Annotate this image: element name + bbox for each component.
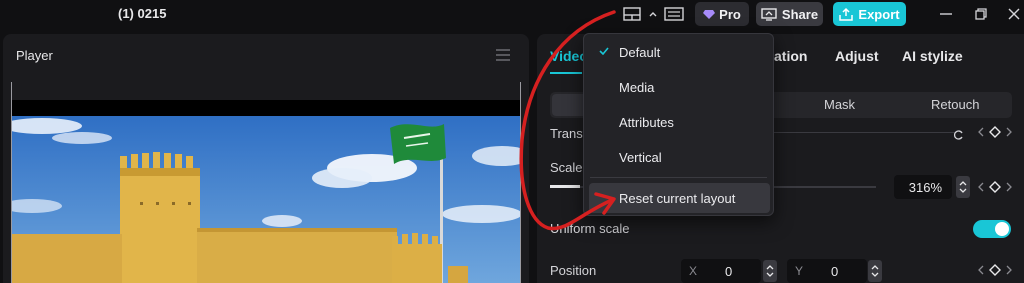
x-axis-label: X — [689, 264, 698, 278]
minimize-icon — [940, 13, 952, 15]
tab-animation[interactable]: ation — [774, 48, 807, 64]
uniform-scale-toggle[interactable] — [973, 220, 1011, 238]
reset-icon — [953, 130, 963, 140]
active-tab-indicator — [550, 72, 582, 74]
stepper-icon — [959, 181, 967, 193]
position-label: Position — [550, 263, 597, 278]
share-button[interactable]: Share — [756, 2, 823, 26]
subtab-mask[interactable]: Mask — [824, 97, 855, 112]
minimize-button[interactable] — [932, 3, 960, 25]
menu-item-reset-layout[interactable]: Reset current layout — [589, 183, 770, 213]
keyframe-nav-icon — [978, 181, 1012, 193]
chevron-up-icon — [649, 12, 657, 17]
layout-menu-caret[interactable] — [646, 2, 660, 26]
menu-item-attributes[interactable]: Attributes — [584, 107, 773, 137]
restore-icon — [975, 8, 987, 20]
scale-keyframe-nav[interactable] — [977, 181, 1013, 193]
menu-item-label: Media — [619, 80, 655, 95]
pro-button[interactable]: Pro — [695, 2, 749, 26]
scale-input[interactable]: 316% — [894, 175, 952, 199]
position-y-stepper[interactable] — [868, 260, 882, 282]
player-panel: Player — [3, 34, 529, 283]
menu-item-media[interactable]: Media — [584, 72, 773, 102]
export-button[interactable]: Export — [833, 2, 906, 26]
video-frame-image — [12, 116, 520, 283]
x-value: 0 — [725, 264, 733, 279]
hamburger-icon — [496, 49, 510, 61]
close-button[interactable] — [1000, 3, 1024, 25]
menu-item-vertical[interactable]: Vertical — [584, 142, 773, 172]
close-icon — [1008, 8, 1020, 20]
menu-item-label: Reset current layout — [619, 191, 736, 206]
project-title: (1) 0215 — [118, 6, 167, 21]
upload-icon — [839, 7, 854, 21]
layout-button[interactable] — [620, 2, 644, 26]
export-label: Export — [858, 6, 900, 22]
menu-item-label: Attributes — [619, 115, 674, 130]
checkmark-icon — [599, 47, 609, 55]
position-x-input[interactable]: X 0 — [681, 259, 761, 283]
menu-item-label: Vertical — [619, 150, 662, 165]
stepper-icon — [766, 265, 774, 277]
title-bar: (1) 0215 Pro Share Export — [0, 0, 1024, 30]
video-preview[interactable] — [12, 100, 520, 283]
layout-dropdown-menu: Default Media Attributes Vertical Reset … — [583, 33, 774, 216]
tab-adjust[interactable]: Adjust — [835, 48, 879, 64]
diamond-icon — [703, 10, 716, 19]
stepper-icon — [871, 265, 879, 277]
y-axis-label: Y — [795, 264, 804, 278]
player-title: Player — [16, 48, 53, 63]
transform-keyframe-nav[interactable] — [977, 126, 1013, 138]
menu-item-default[interactable]: Default — [584, 37, 773, 67]
share-icon — [761, 7, 777, 21]
menu-divider — [590, 177, 767, 178]
frame-guide-right — [520, 82, 521, 283]
keyframe-nav-icon — [978, 126, 1012, 138]
restore-button[interactable] — [967, 3, 995, 25]
share-label: Share — [781, 6, 819, 22]
position-y-input[interactable]: Y 0 — [787, 259, 867, 283]
panel-toggle-button[interactable] — [662, 2, 686, 26]
uniform-scale-label: Uniform scale — [550, 221, 630, 236]
menu-item-label: Default — [619, 45, 661, 60]
subtab-retouch[interactable]: Retouch — [931, 97, 979, 112]
y-value: 0 — [831, 264, 839, 279]
keyframe-nav-icon — [978, 264, 1012, 276]
toggle-knob — [995, 222, 1009, 236]
scale-slider-fill — [550, 185, 580, 188]
position-x-stepper[interactable] — [763, 260, 777, 282]
reset-transform-button[interactable] — [953, 127, 964, 145]
scale-label: Scale — [550, 160, 583, 175]
layout-icon — [623, 7, 641, 21]
tab-ai-stylize[interactable]: AI stylize — [902, 48, 963, 64]
player-menu-button[interactable] — [496, 48, 510, 66]
keyboard-icon — [664, 7, 684, 21]
position-keyframe-nav[interactable] — [977, 264, 1013, 276]
scale-stepper[interactable] — [956, 176, 970, 198]
pro-label: Pro — [719, 6, 741, 22]
